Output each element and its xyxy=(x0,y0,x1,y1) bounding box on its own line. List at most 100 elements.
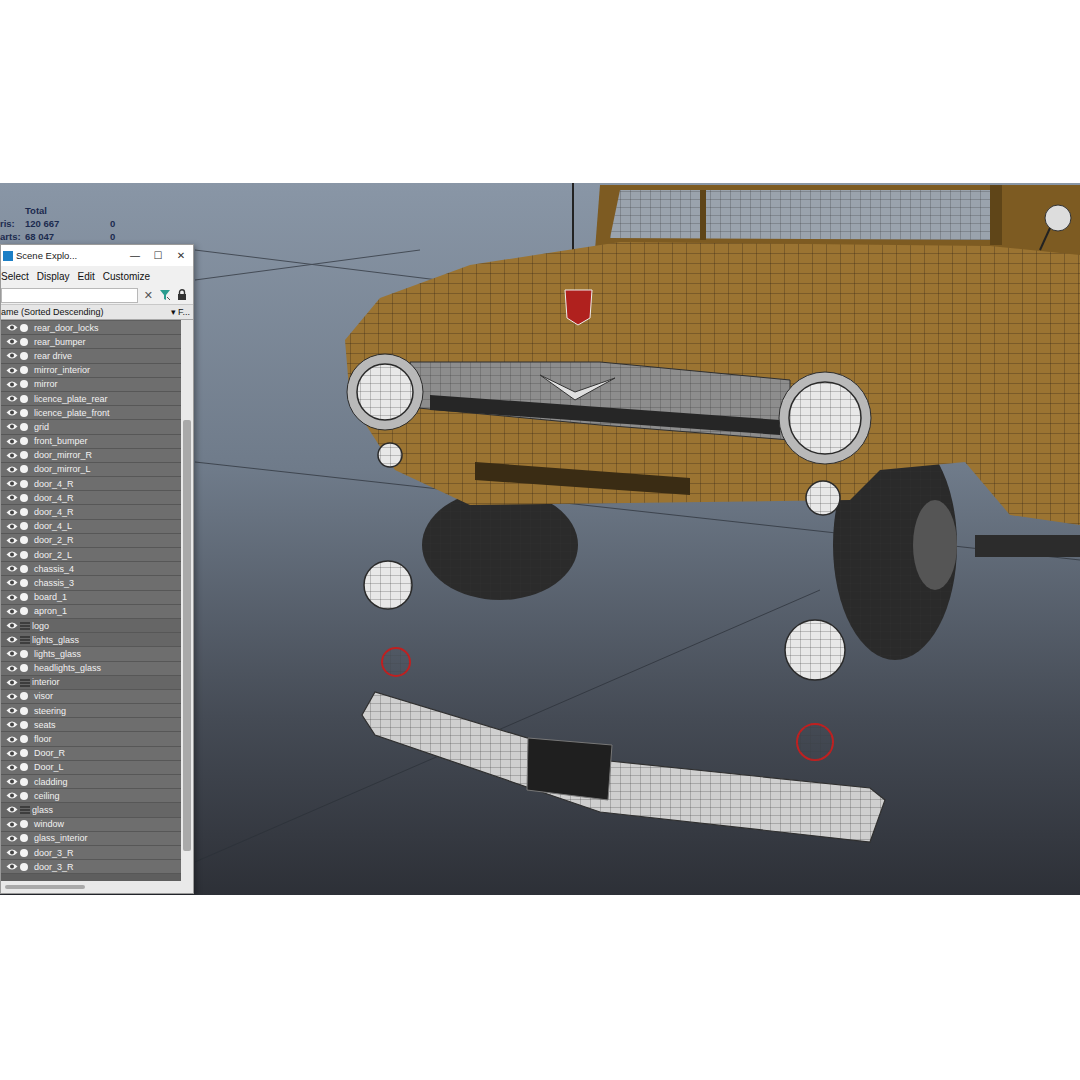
object-name[interactable]: door_3_R xyxy=(34,847,74,859)
object-row[interactable]: board_1 xyxy=(1,591,181,605)
object-name[interactable]: chassis_3 xyxy=(34,577,74,589)
object-name[interactable]: mirror_interior xyxy=(34,364,90,376)
object-row[interactable]: Door_L xyxy=(1,761,181,775)
eye-icon[interactable] xyxy=(6,564,18,573)
eye-icon[interactable] xyxy=(6,848,18,857)
object-name[interactable]: door_3_R xyxy=(34,861,74,873)
object-row[interactable]: cladding xyxy=(1,775,181,789)
object-row[interactable]: door_3_R xyxy=(1,860,181,874)
scroll-thumb[interactable] xyxy=(183,420,191,851)
vertical-scrollbar[interactable] xyxy=(181,320,193,881)
object-name[interactable]: door_4_L xyxy=(34,520,72,532)
title-bar[interactable]: Scene Explo...—☐✕ xyxy=(1,245,193,266)
object-name[interactable]: rear_door_locks xyxy=(34,322,99,334)
object-name[interactable]: door_2_L xyxy=(34,549,72,561)
lock-icon[interactable] xyxy=(177,289,187,301)
eye-icon[interactable] xyxy=(6,380,18,389)
object-name[interactable]: door_4_R xyxy=(34,478,74,490)
maximize-button[interactable]: ☐ xyxy=(148,250,168,261)
object-name[interactable]: logo xyxy=(32,620,49,632)
object-row[interactable]: grid xyxy=(1,420,181,434)
eye-icon[interactable] xyxy=(6,408,18,417)
object-name[interactable]: glass xyxy=(32,804,53,816)
viewport[interactable]: Totalris:120 6670arts:68 0470Scene Explo… xyxy=(0,183,1080,895)
eye-icon[interactable] xyxy=(6,451,18,460)
eye-icon[interactable] xyxy=(6,522,18,531)
column-header[interactable]: ame (Sorted Descending)▾ F... xyxy=(1,304,193,320)
object-row[interactable]: rear_door_locks xyxy=(1,321,181,335)
object-row[interactable]: chassis_4 xyxy=(1,562,181,576)
object-name[interactable]: window xyxy=(34,818,64,830)
search-field[interactable] xyxy=(1,288,138,303)
object-row[interactable]: door_4_R xyxy=(1,477,181,491)
object-name[interactable]: door_4_R xyxy=(34,492,74,504)
object-name[interactable]: door_2_R xyxy=(34,534,74,546)
eye-icon[interactable] xyxy=(6,337,18,346)
object-row[interactable]: glass_interior xyxy=(1,832,181,846)
object-name[interactable]: grid xyxy=(34,421,49,433)
eye-icon[interactable] xyxy=(6,720,18,729)
object-row[interactable]: seats xyxy=(1,718,181,732)
object-name[interactable]: door_mirror_R xyxy=(34,449,92,461)
eye-icon[interactable] xyxy=(6,664,18,673)
eye-icon[interactable] xyxy=(6,749,18,758)
object-name[interactable]: steering xyxy=(34,705,66,717)
eye-icon[interactable] xyxy=(6,465,18,474)
eye-icon[interactable] xyxy=(6,862,18,871)
eye-icon[interactable] xyxy=(6,607,18,616)
close-button[interactable]: ✕ xyxy=(171,250,191,261)
eye-icon[interactable] xyxy=(6,791,18,800)
object-name[interactable]: apron_1 xyxy=(34,605,67,617)
layer-row[interactable]: lights_glass xyxy=(1,633,181,647)
layer-row[interactable]: logo xyxy=(1,619,181,633)
eye-icon[interactable] xyxy=(6,834,18,843)
eye-icon[interactable] xyxy=(6,805,18,814)
menu-item[interactable]: Select xyxy=(1,271,29,282)
object-row[interactable]: Door_R xyxy=(1,747,181,761)
eye-icon[interactable] xyxy=(6,493,18,502)
layer-row[interactable]: interior xyxy=(1,676,181,690)
menu-item[interactable]: Customize xyxy=(103,271,150,282)
eye-icon[interactable] xyxy=(6,536,18,545)
eye-icon[interactable] xyxy=(6,437,18,446)
eye-icon[interactable] xyxy=(6,763,18,772)
object-name[interactable]: door_4_R xyxy=(34,506,74,518)
object-row[interactable]: visor xyxy=(1,690,181,704)
object-row[interactable]: apron_1 xyxy=(1,605,181,619)
object-name[interactable]: visor xyxy=(34,690,53,702)
object-name[interactable]: chassis_4 xyxy=(34,563,74,575)
object-row[interactable]: licence_plate_front xyxy=(1,406,181,420)
object-name[interactable]: licence_plate_rear xyxy=(34,393,108,405)
object-name[interactable]: lights_glass xyxy=(34,648,81,660)
object-row[interactable]: steering xyxy=(1,704,181,718)
object-name[interactable]: seats xyxy=(34,719,56,731)
object-name[interactable]: mirror xyxy=(34,378,58,390)
menu-item[interactable]: Edit xyxy=(78,271,95,282)
object-row[interactable]: mirror_interior xyxy=(1,364,181,378)
column-extra[interactable]: ▾ F... xyxy=(171,307,190,317)
object-row[interactable]: mirror xyxy=(1,378,181,392)
object-row[interactable]: door_mirror_R xyxy=(1,449,181,463)
object-row[interactable]: chassis_3 xyxy=(1,576,181,590)
object-row[interactable]: door_4_R xyxy=(1,505,181,519)
object-name[interactable]: cladding xyxy=(34,776,68,788)
scroll-thumb[interactable] xyxy=(5,885,85,889)
eye-icon[interactable] xyxy=(6,479,18,488)
eye-icon[interactable] xyxy=(6,550,18,559)
eye-icon[interactable] xyxy=(6,621,18,630)
object-row[interactable]: floor xyxy=(1,732,181,746)
eye-icon[interactable] xyxy=(6,649,18,658)
eye-icon[interactable] xyxy=(6,508,18,517)
object-name[interactable]: Door_R xyxy=(34,747,65,759)
eye-icon[interactable] xyxy=(6,820,18,829)
object-row[interactable]: door_mirror_L xyxy=(1,463,181,477)
eye-icon[interactable] xyxy=(6,422,18,431)
object-name[interactable]: board_1 xyxy=(34,591,67,603)
scene-explorer-window[interactable]: Scene Explo...—☐✕SelectDisplayEditCustom… xyxy=(0,244,194,894)
clear-button[interactable]: ✕ xyxy=(144,289,153,302)
eye-icon[interactable] xyxy=(6,578,18,587)
object-row[interactable]: licence_plate_rear xyxy=(1,392,181,406)
object-name[interactable]: interior xyxy=(32,676,60,688)
object-name[interactable]: floor xyxy=(34,733,52,745)
layer-row[interactable]: glass xyxy=(1,803,181,817)
